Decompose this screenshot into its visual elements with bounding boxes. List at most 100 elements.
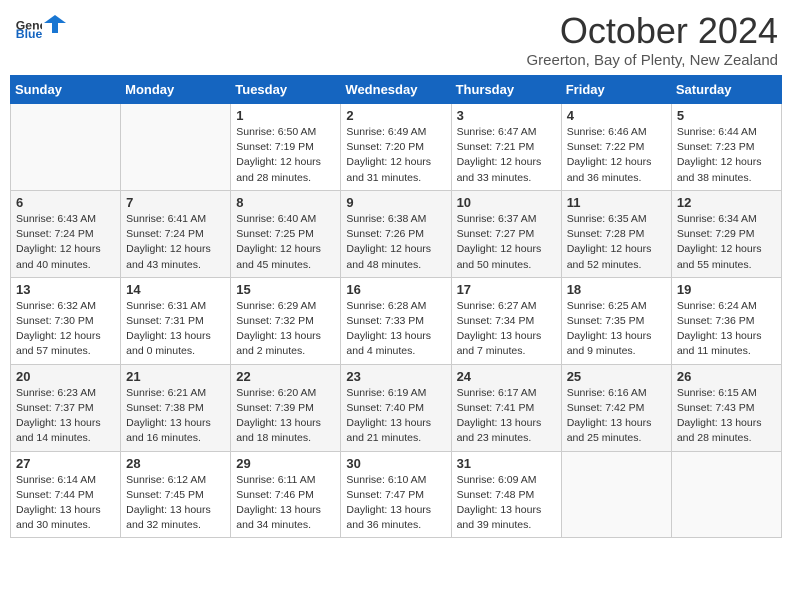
day-info: Sunrise: 6:28 AM Sunset: 7:33 PM Dayligh…: [346, 299, 445, 360]
day-info: Sunrise: 6:20 AM Sunset: 7:39 PM Dayligh…: [236, 386, 335, 447]
day-info: Sunrise: 6:27 AM Sunset: 7:34 PM Dayligh…: [457, 299, 556, 360]
calendar-cell: 16 Sunrise: 6:28 AM Sunset: 7:33 PM Dayli…: [341, 277, 451, 364]
page-header: General Blue October 2024 Greerton, Bay …: [10, 10, 782, 69]
calendar-cell: 22 Sunrise: 6:20 AM Sunset: 7:39 PM Dayli…: [231, 364, 341, 451]
day-number: 9: [346, 195, 445, 210]
day-number: 21: [126, 369, 225, 384]
col-sunday: Sunday: [11, 76, 121, 104]
svg-text:Blue: Blue: [16, 27, 42, 38]
day-number: 8: [236, 195, 335, 210]
day-info: Sunrise: 6:35 AM Sunset: 7:28 PM Dayligh…: [567, 212, 666, 273]
calendar-cell: 15Sunrise: 6:29 AM Sunset: 7:32 PM Dayli…: [231, 277, 341, 364]
day-info: Sunrise: 6:32 AM Sunset: 7:30 PM Dayligh…: [16, 299, 115, 360]
day-number: 27: [16, 456, 115, 471]
day-info: Sunrise: 6:46 AM Sunset: 7:22 PM Dayligh…: [567, 125, 666, 186]
day-number: 6: [16, 195, 115, 210]
day-number: 18: [567, 282, 666, 297]
calendar-cell: 12 Sunrise: 6:34 AM Sunset: 7:29 PM Dayli…: [671, 190, 781, 277]
calendar-week-2: 6 Sunrise: 6:43 AM Sunset: 7:24 PM Daylig…: [11, 190, 782, 277]
day-number: 14: [126, 282, 225, 297]
day-info: Sunrise: 6:11 AM Sunset: 7:46 PM Dayligh…: [236, 473, 335, 534]
day-info: Sunrise: 6:41 AM Sunset: 7:24 PM Dayligh…: [126, 212, 225, 273]
calendar-cell: 17 Sunrise: 6:27 AM Sunset: 7:34 PM Dayli…: [451, 277, 561, 364]
calendar-cell: 10 Sunrise: 6:37 AM Sunset: 7:27 PM Dayli…: [451, 190, 561, 277]
calendar-cell: 18 Sunrise: 6:25 AM Sunset: 7:35 PM Dayli…: [561, 277, 671, 364]
calendar-cell: [561, 451, 671, 538]
day-info: Sunrise: 6:16 AM Sunset: 7:42 PM Dayligh…: [567, 386, 666, 447]
day-info: Sunrise: 6:34 AM Sunset: 7:29 PM Dayligh…: [677, 212, 776, 273]
day-number: 10: [457, 195, 556, 210]
col-saturday: Saturday: [671, 76, 781, 104]
day-number: 5: [677, 108, 776, 123]
calendar-cell: 5 Sunrise: 6:44 AM Sunset: 7:23 PM Daylig…: [671, 104, 781, 191]
day-number: 23: [346, 369, 445, 384]
calendar-cell: 23 Sunrise: 6:19 AM Sunset: 7:40 PM Dayli…: [341, 364, 451, 451]
day-info: Sunrise: 6:49 AM Sunset: 7:20 PM Dayligh…: [346, 125, 445, 186]
calendar-week-1: 1 Sunrise: 6:50 AM Sunset: 7:19 PM Daylig…: [11, 104, 782, 191]
calendar-cell: [121, 104, 231, 191]
day-number: 25: [567, 369, 666, 384]
calendar-cell: 31 Sunrise: 6:09 AM Sunset: 7:48 PM Dayli…: [451, 451, 561, 538]
day-info: Sunrise: 6:10 AM Sunset: 7:47 PM Dayligh…: [346, 473, 445, 534]
day-info: Sunrise: 6:44 AM Sunset: 7:23 PM Dayligh…: [677, 125, 776, 186]
day-number: 4: [567, 108, 666, 123]
day-number: 2: [346, 108, 445, 123]
calendar-cell: 30 Sunrise: 6:10 AM Sunset: 7:47 PM Dayli…: [341, 451, 451, 538]
day-number: 11: [567, 195, 666, 210]
calendar-cell: 21 Sunrise: 6:21 AM Sunset: 7:38 PM Dayli…: [121, 364, 231, 451]
logo: General Blue: [14, 10, 66, 38]
day-number: 26: [677, 369, 776, 384]
day-info: Sunrise: 6:12 AM Sunset: 7:45 PM Dayligh…: [126, 473, 225, 534]
day-info: Sunrise: 6:37 AM Sunset: 7:27 PM Dayligh…: [457, 212, 556, 273]
day-info: Sunrise: 6:15 AM Sunset: 7:43 PM Dayligh…: [677, 386, 776, 447]
day-number: 28: [126, 456, 225, 471]
calendar-cell: 9 Sunrise: 6:38 AM Sunset: 7:26 PM Daylig…: [341, 190, 451, 277]
day-number: 3: [457, 108, 556, 123]
calendar-cell: [671, 451, 781, 538]
day-number: 22: [236, 369, 335, 384]
day-info: Sunrise: 6:38 AM Sunset: 7:26 PM Dayligh…: [346, 212, 445, 273]
calendar-cell: 6 Sunrise: 6:43 AM Sunset: 7:24 PM Daylig…: [11, 190, 121, 277]
day-info: Sunrise: 6:24 AM Sunset: 7:36 PM Dayligh…: [677, 299, 776, 360]
day-number: 24: [457, 369, 556, 384]
calendar-cell: 7 Sunrise: 6:41 AM Sunset: 7:24 PM Daylig…: [121, 190, 231, 277]
day-number: 15: [236, 282, 335, 297]
day-info: Sunrise: 6:17 AM Sunset: 7:41 PM Dayligh…: [457, 386, 556, 447]
day-number: 12: [677, 195, 776, 210]
day-info: Sunrise: 6:23 AM Sunset: 7:37 PM Dayligh…: [16, 386, 115, 447]
day-info: Sunrise: 6:40 AM Sunset: 7:25 PM Dayligh…: [236, 212, 335, 273]
calendar-cell: 27 Sunrise: 6:14 AM Sunset: 7:44 PM Dayli…: [11, 451, 121, 538]
day-number: 31: [457, 456, 556, 471]
day-number: 30: [346, 456, 445, 471]
day-info: Sunrise: 6:14 AM Sunset: 7:44 PM Dayligh…: [16, 473, 115, 534]
calendar-cell: 26 Sunrise: 6:15 AM Sunset: 7:43 PM Dayli…: [671, 364, 781, 451]
day-info: Sunrise: 6:50 AM Sunset: 7:19 PM Dayligh…: [236, 125, 335, 186]
calendar-cell: 20 Sunrise: 6:23 AM Sunset: 7:37 PM Dayli…: [11, 364, 121, 451]
calendar-cell: 2 Sunrise: 6:49 AM Sunset: 7:20 PM Daylig…: [341, 104, 451, 191]
col-wednesday: Wednesday: [341, 76, 451, 104]
calendar-cell: 28 Sunrise: 6:12 AM Sunset: 7:45 PM Dayli…: [121, 451, 231, 538]
day-info: Sunrise: 6:09 AM Sunset: 7:48 PM Dayligh…: [457, 473, 556, 534]
day-number: 16: [346, 282, 445, 297]
col-tuesday: Tuesday: [231, 76, 341, 104]
calendar-cell: 25 Sunrise: 6:16 AM Sunset: 7:42 PM Dayli…: [561, 364, 671, 451]
day-number: 7: [126, 195, 225, 210]
calendar-cell: 11 Sunrise: 6:35 AM Sunset: 7:28 PM Dayli…: [561, 190, 671, 277]
day-info: Sunrise: 6:19 AM Sunset: 7:40 PM Dayligh…: [346, 386, 445, 447]
calendar-week-3: 13Sunrise: 6:32 AM Sunset: 7:30 PM Dayli…: [11, 277, 782, 364]
calendar-cell: 4 Sunrise: 6:46 AM Sunset: 7:22 PM Daylig…: [561, 104, 671, 191]
day-number: 1: [236, 108, 335, 123]
day-number: 19: [677, 282, 776, 297]
calendar-cell: 14Sunrise: 6:31 AM Sunset: 7:31 PM Dayli…: [121, 277, 231, 364]
calendar-week-5: 27 Sunrise: 6:14 AM Sunset: 7:44 PM Dayli…: [11, 451, 782, 538]
calendar-cell: 13Sunrise: 6:32 AM Sunset: 7:30 PM Dayli…: [11, 277, 121, 364]
calendar-cell: 3 Sunrise: 6:47 AM Sunset: 7:21 PM Daylig…: [451, 104, 561, 191]
day-number: 20: [16, 369, 115, 384]
day-info: Sunrise: 6:21 AM Sunset: 7:38 PM Dayligh…: [126, 386, 225, 447]
location: Greerton, Bay of Plenty, New Zealand: [526, 52, 778, 69]
day-info: Sunrise: 6:25 AM Sunset: 7:35 PM Dayligh…: [567, 299, 666, 360]
day-info: Sunrise: 6:47 AM Sunset: 7:21 PM Dayligh…: [457, 125, 556, 186]
day-info: Sunrise: 6:43 AM Sunset: 7:24 PM Dayligh…: [16, 212, 115, 273]
day-number: 17: [457, 282, 556, 297]
calendar-cell: 1 Sunrise: 6:50 AM Sunset: 7:19 PM Daylig…: [231, 104, 341, 191]
